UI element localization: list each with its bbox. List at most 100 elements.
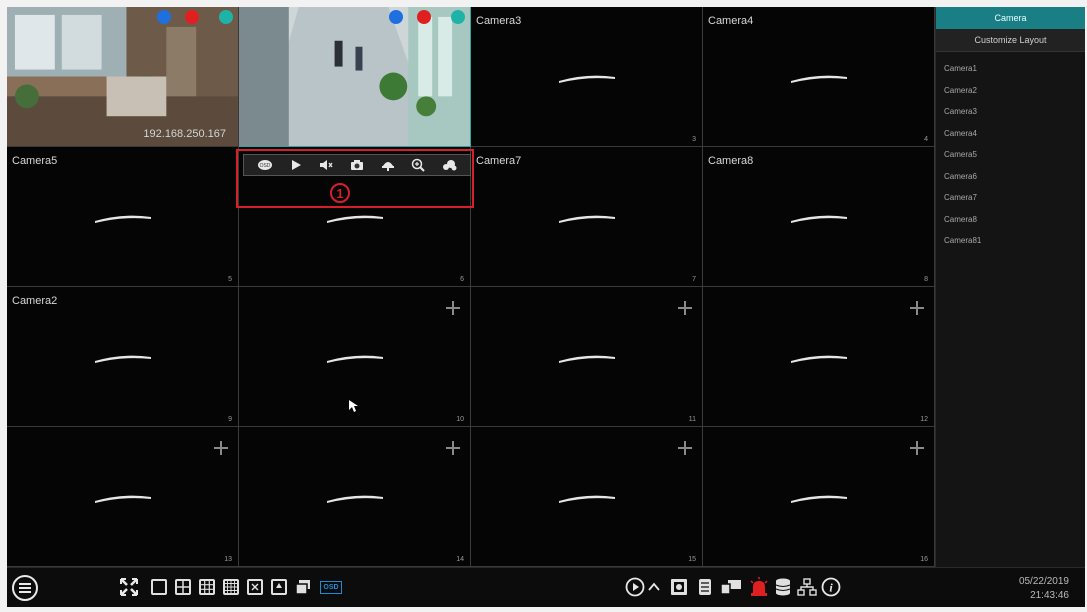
camera-name: Camera4 [708, 15, 754, 27]
channel-number: 11 [688, 416, 696, 423]
channel-number: 7 [692, 276, 696, 283]
osd-icon[interactable]: OSD [256, 157, 274, 173]
ptz-icon[interactable] [379, 157, 397, 173]
brand-logo-icon [558, 355, 615, 363]
brand-logo-icon [790, 355, 847, 363]
mute-icon[interactable] [317, 157, 335, 173]
channel-number: 9 [228, 416, 232, 423]
channel-number: 6 [460, 276, 464, 283]
video-feed-camera-1 [7, 7, 238, 146]
osd-button-label: OSD [320, 580, 342, 594]
camera-ip-label: 192.168.250.167 [143, 128, 226, 140]
add-camera-icon[interactable] [446, 441, 460, 455]
tab-camera[interactable]: Camera [936, 7, 1085, 29]
zoom-in-icon[interactable] [409, 157, 427, 173]
info-button[interactable]: i [821, 577, 841, 597]
camera-tile-4[interactable]: Camera4 4 [703, 7, 935, 147]
camera-list-item[interactable]: Camera7 [936, 187, 1085, 209]
status-dot-blue [157, 10, 171, 24]
brand-logo-icon [326, 355, 383, 363]
camera-grid: 192.168.250.167 Camera3 3 Camera4 4 Came… [7, 7, 935, 567]
camera-tile-10[interactable]: 10 [239, 287, 471, 427]
add-camera-icon[interactable] [446, 301, 460, 315]
network-icon [797, 578, 817, 596]
camera-tile-15[interactable]: 15 [471, 427, 703, 567]
alarm-siren-icon [750, 577, 768, 596]
brand-logo-icon [790, 215, 847, 223]
window-icon [295, 580, 310, 595]
sixteen-screen-icon [223, 579, 239, 595]
playback-button[interactable] [625, 577, 645, 597]
camera-list-item[interactable]: Camera6 [936, 166, 1085, 188]
camera-tile-12[interactable]: 12 [703, 287, 935, 427]
window-button[interactable] [293, 577, 313, 597]
time-label: 21:43:46 [1030, 590, 1069, 601]
camera-tile-1[interactable]: 192.168.250.167 [7, 7, 239, 147]
snapshot-frame-icon [671, 579, 687, 595]
add-camera-icon[interactable] [910, 441, 924, 455]
brand-logo-icon [790, 495, 847, 503]
fullscreen-button[interactable] [119, 577, 139, 597]
main-menu-button[interactable] [11, 574, 39, 602]
camera-list-item[interactable]: Camera4 [936, 123, 1085, 145]
camera-list-item[interactable]: Camera1 [936, 58, 1085, 80]
camera-control-icon [720, 580, 741, 595]
play-icon[interactable] [287, 157, 305, 173]
add-camera-icon[interactable] [678, 441, 692, 455]
camera-list-item[interactable]: Camera8 [936, 209, 1085, 231]
snapshot-icon[interactable] [348, 157, 366, 173]
network-button[interactable] [797, 577, 817, 597]
camera-name: Camera5 [12, 155, 58, 167]
camera-tile-3[interactable]: Camera3 3 [471, 7, 703, 147]
status-dot-blue [389, 10, 403, 24]
camera-tile-8[interactable]: Camera8 8 [703, 147, 935, 287]
brand-logo-icon [326, 495, 383, 503]
expand-button[interactable] [647, 577, 661, 597]
layout-4-button[interactable] [173, 577, 193, 597]
layout-16-button[interactable] [221, 577, 241, 597]
record-button[interactable] [695, 577, 715, 597]
camera-tile-5[interactable]: Camera5 5 [7, 147, 239, 287]
channel-number: 10 [456, 416, 464, 423]
record-dot-red [417, 10, 431, 24]
brand-logo-icon [326, 215, 383, 223]
quick-toolbar: OSD [243, 154, 471, 176]
camera-list-item[interactable]: Camera81 [936, 230, 1085, 252]
menu-icon [12, 575, 38, 601]
color-settings-icon[interactable] [440, 157, 458, 173]
sequence-button[interactable] [269, 577, 289, 597]
camera-list-item[interactable]: Camera3 [936, 101, 1085, 123]
layout-1-button[interactable] [149, 577, 169, 597]
manual-alarm-button[interactable] [719, 577, 743, 597]
tab-customize-layout[interactable]: Customize Layout [936, 29, 1085, 52]
quad-screen-icon [175, 579, 191, 595]
brand-logo-icon [558, 495, 615, 503]
alarm-button[interactable] [749, 577, 769, 597]
camera-tile-7[interactable]: Camera7 7 [471, 147, 703, 287]
channel-number: 14 [456, 556, 464, 563]
mouse-cursor-icon [349, 400, 358, 412]
add-camera-icon[interactable] [910, 301, 924, 315]
camera-tile-13[interactable]: 13 [7, 427, 239, 567]
custom-layout-button[interactable] [245, 577, 265, 597]
osd-button[interactable]: OSD [319, 577, 343, 597]
add-camera-icon[interactable] [214, 441, 228, 455]
custom-layout-icon [247, 579, 263, 595]
layout-9-button[interactable] [197, 577, 217, 597]
camera-name: Camera8 [708, 155, 754, 167]
snapshot-button[interactable] [669, 577, 689, 597]
add-camera-icon[interactable] [678, 301, 692, 315]
disk-button[interactable] [773, 577, 793, 597]
camera-list-item[interactable]: Camera2 [936, 80, 1085, 102]
bottom-taskbar: OSD i 05/22/2019 21:43:46 [7, 567, 1085, 607]
camera-tile-11[interactable]: 11 [471, 287, 703, 427]
video-feed-camera-2 [239, 7, 470, 146]
camera-tile-16[interactable]: 16 [703, 427, 935, 567]
camera-tile-9[interactable]: Camera2 9 [7, 287, 239, 427]
brand-logo-icon [558, 75, 615, 83]
brand-logo-icon [94, 215, 151, 223]
camera-list-item[interactable]: Camera5 [936, 144, 1085, 166]
camera-tile-2[interactable] [239, 7, 471, 147]
camera-tile-14[interactable]: 14 [239, 427, 471, 567]
camera-name: Camera3 [476, 15, 522, 27]
